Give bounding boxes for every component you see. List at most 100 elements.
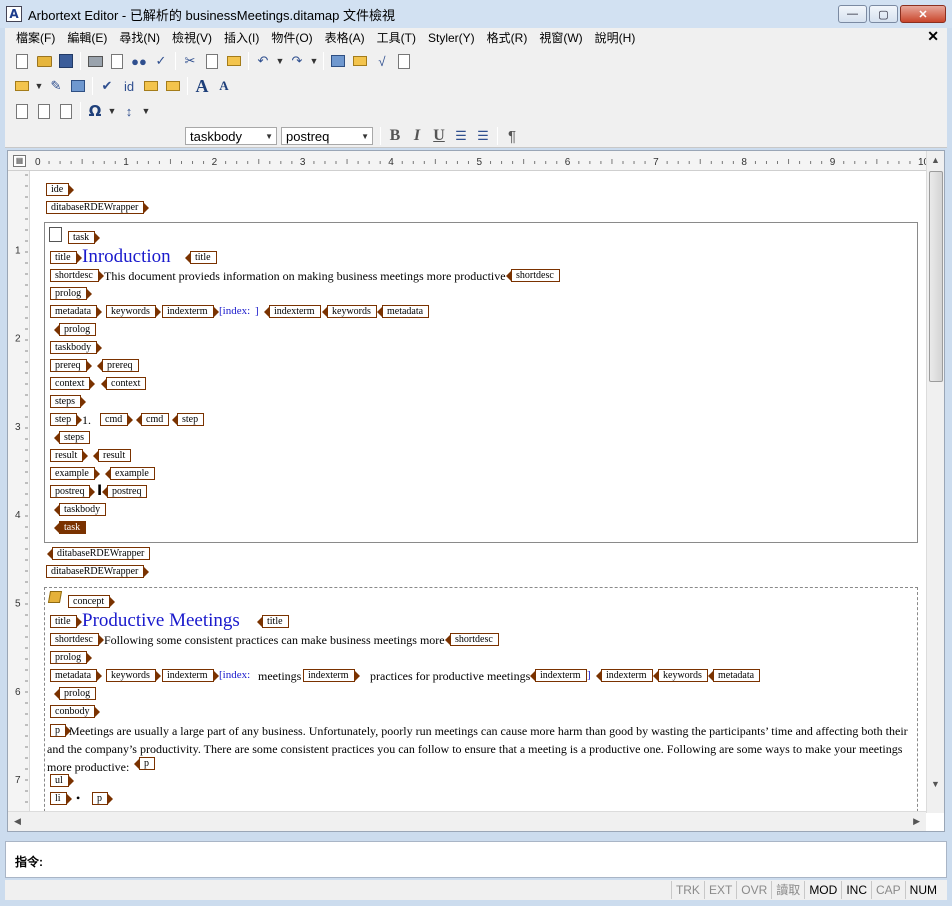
- document-close-icon[interactable]: ✕: [927, 28, 939, 45]
- menu-table[interactable]: 表格(A): [320, 29, 372, 46]
- tag-cmd-close[interactable]: cmd: [135, 413, 170, 426]
- tag-ul-open[interactable]: ul: [50, 774, 74, 787]
- tag-taskbody-close[interactable]: taskbody: [53, 503, 107, 516]
- tag-title-close[interactable]: title: [185, 251, 217, 264]
- tag-task-open[interactable]: task: [68, 231, 101, 244]
- tag-taskbody-open[interactable]: taskbody: [50, 341, 103, 354]
- document-content[interactable]: ide ditabaseRDEWrapper task title Inrodu…: [30, 171, 926, 813]
- tag-indexterm-open[interactable]: indexterm: [162, 305, 219, 318]
- tag-shortdesc-open[interactable]: shortdesc: [50, 269, 104, 282]
- tag-result-open[interactable]: result: [50, 449, 89, 462]
- redo-icon[interactable]: ↷: [286, 50, 308, 72]
- tag-prolog-close-2[interactable]: prolog: [53, 687, 97, 700]
- menu-edit[interactable]: 編輯(E): [62, 29, 114, 46]
- menu-window[interactable]: 視窗(W): [534, 29, 589, 46]
- tag-indexterm-open-2[interactable]: indexterm: [162, 669, 219, 682]
- tag-metadata-open[interactable]: metadata: [50, 305, 103, 318]
- insert-note-icon[interactable]: [55, 100, 77, 122]
- document-editor[interactable]: ▦ 012345678910 1234567 ide ditabaseRDEWr…: [7, 150, 945, 832]
- menu-tools[interactable]: 工具(T): [372, 29, 423, 46]
- tag-shortdesc-open-2[interactable]: shortdesc: [50, 633, 104, 646]
- undo-dropdown-chevron-icon[interactable]: ▼: [274, 50, 286, 72]
- undo-icon[interactable]: ↶: [252, 50, 274, 72]
- redo-dropdown-chevron-icon[interactable]: ▼: [308, 50, 320, 72]
- insert-link-icon[interactable]: [33, 100, 55, 122]
- tag-title-open-2[interactable]: title: [50, 615, 82, 628]
- menu-help[interactable]: 說明(H): [590, 29, 643, 46]
- tag-metadata-open-2[interactable]: metadata: [50, 669, 103, 682]
- tag-postreq-close[interactable]: postreq: [101, 485, 148, 498]
- tag-context-open[interactable]: context: [50, 377, 96, 390]
- tag-wrapper-open-2[interactable]: ditabaseRDEWrapper: [46, 565, 150, 578]
- scroll-down-arrow-icon[interactable]: ▼: [931, 779, 940, 789]
- tag-li-open[interactable]: li: [50, 792, 72, 805]
- edit-attributes-icon[interactable]: [140, 75, 162, 97]
- index-marker-close[interactable]: ]: [255, 305, 259, 317]
- vertical-scroll-thumb[interactable]: [929, 171, 943, 382]
- minimize-button[interactable]: —: [838, 5, 867, 23]
- tag-task-close[interactable]: task: [53, 521, 87, 534]
- tag-keywords-close[interactable]: keywords: [322, 305, 377, 318]
- tag-metadata-close-2[interactable]: metadata: [707, 669, 761, 682]
- paste-icon[interactable]: [223, 50, 245, 72]
- save-disk-icon[interactable]: [55, 50, 77, 72]
- tag-prereq-open[interactable]: prereq: [50, 359, 92, 372]
- tag-p-close[interactable]: p: [134, 757, 155, 770]
- find-binoculars-icon[interactable]: ●●: [128, 50, 150, 72]
- tag-indexterm-open-3[interactable]: indexterm: [303, 669, 360, 682]
- spell-check-icon[interactable]: ✓: [150, 50, 172, 72]
- arbortext-app-icon[interactable]: A: [6, 6, 22, 22]
- numbered-list-icon[interactable]: ☰: [450, 125, 472, 147]
- command-bar[interactable]: 指令:: [5, 841, 947, 878]
- tag-shortdesc-close-2[interactable]: shortdesc: [445, 633, 499, 646]
- tag-wrapper-close[interactable]: ditabaseRDEWrapper: [46, 547, 151, 560]
- tag-prolog-open[interactable]: prolog: [50, 287, 93, 300]
- vertical-scrollbar[interactable]: ▲ ▼: [926, 151, 944, 813]
- tag-example-close[interactable]: example: [105, 467, 155, 480]
- tag-prolog-close[interactable]: prolog: [53, 323, 97, 336]
- index-marker-open[interactable]: [index:: [219, 305, 250, 317]
- tag-context-close[interactable]: context: [100, 377, 147, 390]
- insert-element-icon[interactable]: [11, 75, 33, 97]
- concept-paragraph[interactable]: Meetings are usually a large part of any…: [47, 722, 915, 776]
- insert-graphic-icon[interactable]: [349, 50, 371, 72]
- tag-prereq-close[interactable]: prereq: [97, 359, 139, 372]
- tag-icon[interactable]: [162, 75, 184, 97]
- tag-step-close[interactable]: step: [171, 413, 205, 426]
- tag-metadata-close[interactable]: metadata: [376, 305, 430, 318]
- cut-scissors-icon[interactable]: ✂: [179, 50, 201, 72]
- font-larger-icon[interactable]: A: [191, 75, 213, 97]
- tag-concept-open[interactable]: concept: [68, 595, 116, 608]
- edit-id-icon[interactable]: id: [118, 75, 140, 97]
- tag-p-open-2[interactable]: p: [92, 792, 113, 805]
- special-character-dropdown-chevron-icon[interactable]: ▼: [106, 100, 118, 122]
- horizontal-scrollbar[interactable]: ◀ ▶: [8, 811, 926, 831]
- print-preview-icon[interactable]: [106, 50, 128, 72]
- menu-object[interactable]: 物件(O): [266, 29, 319, 46]
- insert-xref-icon[interactable]: [11, 100, 33, 122]
- tag-title-open[interactable]: title: [50, 251, 82, 264]
- bold-button[interactable]: B: [384, 127, 406, 145]
- line-spacing-icon[interactable]: ↕: [118, 100, 140, 122]
- task-shortdesc[interactable]: This document provieds information on ma…: [104, 269, 506, 284]
- tag-keywords-open-2[interactable]: keywords: [106, 669, 161, 682]
- tag-indexterm-close-2[interactable]: indexterm: [530, 669, 587, 682]
- tag-indexterm-close[interactable]: indexterm: [264, 305, 321, 318]
- font-smaller-icon[interactable]: A: [213, 75, 235, 97]
- tag-indexterm-close-3[interactable]: indexterm: [596, 669, 653, 682]
- menu-format[interactable]: 格式(R): [482, 29, 535, 46]
- line-spacing-dropdown-chevron-icon[interactable]: ▼: [140, 100, 152, 122]
- tag-conbody-open[interactable]: conbody: [50, 705, 101, 718]
- tag-prolog-open-2[interactable]: prolog: [50, 651, 93, 664]
- tag-keywords-close-2[interactable]: keywords: [653, 669, 708, 682]
- concept-shortdesc[interactable]: Following some consistent practices can …: [104, 633, 445, 648]
- menu-styler[interactable]: Styler(Y): [423, 31, 482, 45]
- tag-cmd-open[interactable]: cmd: [100, 413, 134, 426]
- tag-keywords-open[interactable]: keywords: [106, 305, 161, 318]
- tag-title-close-2[interactable]: title: [257, 615, 289, 628]
- scroll-up-arrow-icon[interactable]: ▲: [931, 155, 940, 165]
- concept-title[interactable]: Productive Meetings: [82, 610, 240, 632]
- document-map-icon[interactable]: [393, 50, 415, 72]
- split-element-icon[interactable]: [67, 75, 89, 97]
- italic-button[interactable]: I: [406, 127, 428, 145]
